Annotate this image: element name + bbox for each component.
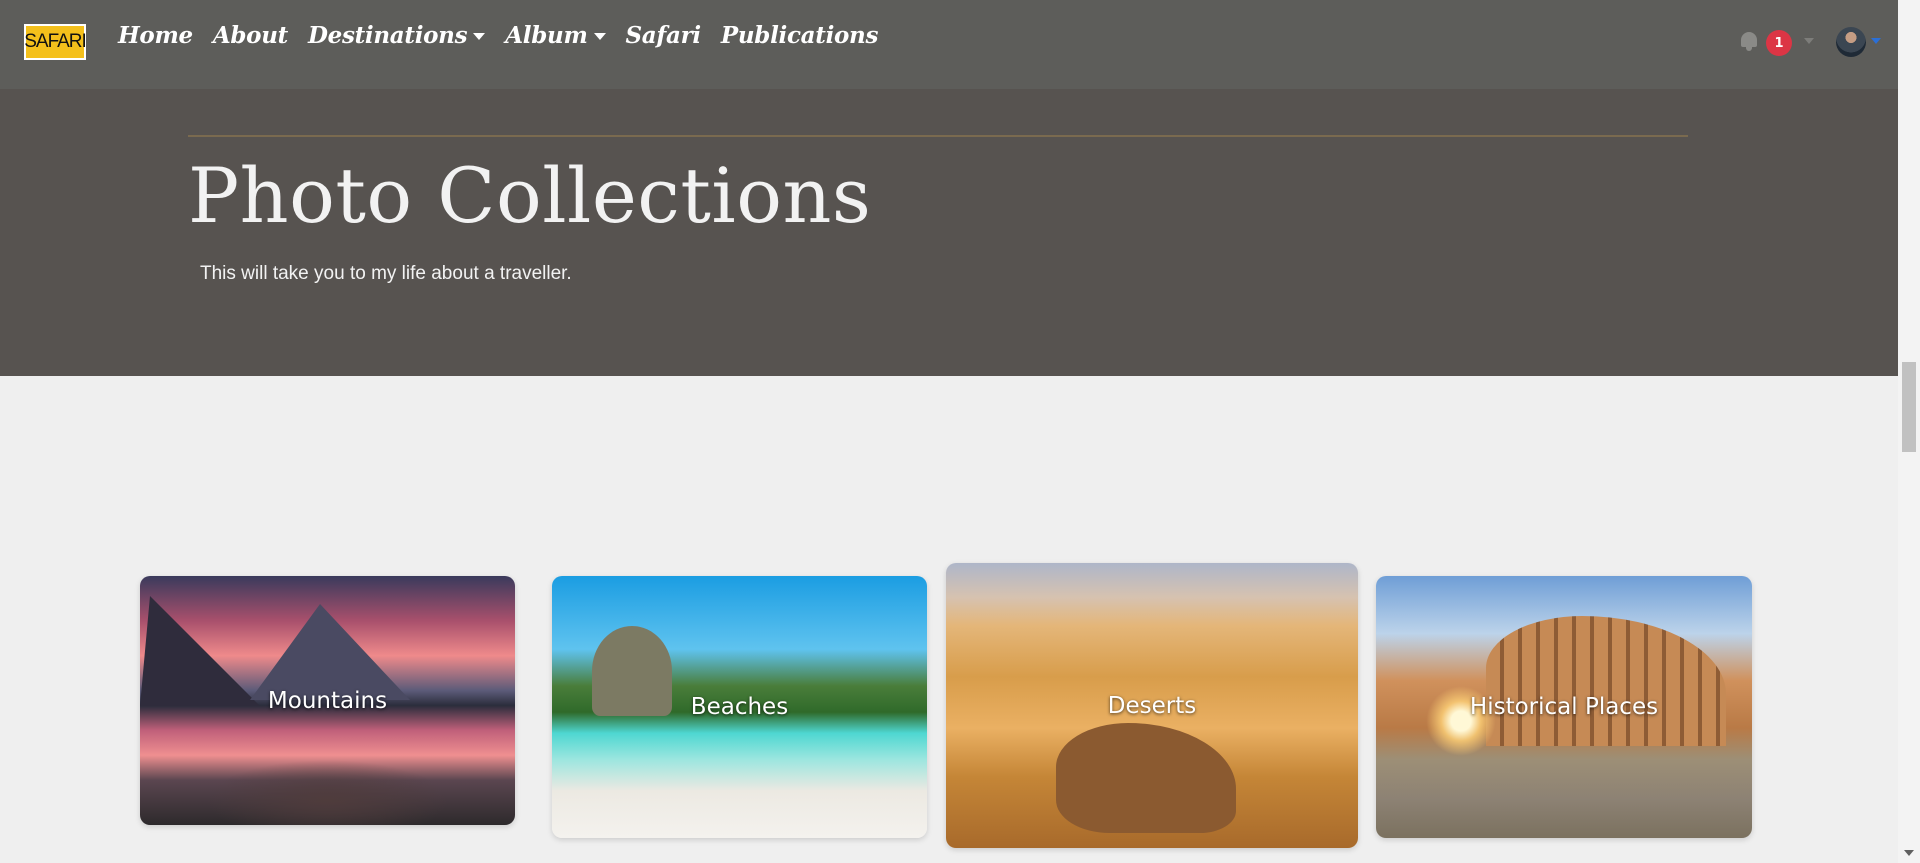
nav-home-link[interactable]: Home [118, 22, 193, 49]
page-subtitle: This will take you to my life about a tr… [200, 263, 572, 284]
nav-links: Home About Destinations Album Safari Pub… [118, 22, 878, 49]
card-label: Beaches [690, 694, 789, 720]
card-label: Mountains [267, 687, 388, 714]
collection-card-mountains[interactable]: Mountains [140, 576, 515, 825]
user-avatar[interactable] [1836, 27, 1866, 57]
caret-down-icon [593, 33, 606, 40]
notification-badge: 1 [1766, 30, 1792, 56]
logo-text: SAFARI [24, 31, 87, 52]
user-menu-caret-icon[interactable] [1871, 38, 1881, 44]
scrollbar-thumb[interactable] [1902, 362, 1916, 452]
nav-destinations-dropdown[interactable]: Destinations [308, 22, 486, 49]
hero-banner: Photo Collections This will take you to … [0, 89, 1898, 376]
nav-safari-link[interactable]: Safari [626, 22, 702, 49]
caret-down-icon [473, 33, 486, 40]
notification-caret-icon[interactable] [1804, 38, 1814, 44]
top-navbar: SAFARI Home About Destinations Album Saf… [0, 0, 1898, 89]
collection-card-deserts[interactable]: Deserts [946, 563, 1358, 848]
hero-divider [188, 135, 1688, 137]
nav-publications-link[interactable]: Publications [721, 22, 879, 49]
nav-about-link[interactable]: About [213, 22, 288, 49]
nav-album-dropdown[interactable]: Album [505, 22, 606, 49]
collection-card-beaches[interactable]: Beaches [552, 576, 927, 838]
card-label: Deserts [1107, 692, 1197, 719]
bell-icon[interactable] [1738, 30, 1760, 54]
scroll-down-arrow-icon[interactable] [1904, 850, 1914, 856]
page-title: Photo Collections [188, 151, 872, 240]
collection-card-historical-places[interactable]: Historical Places [1376, 576, 1752, 838]
card-label: Historical Places [1469, 694, 1659, 720]
page-scrollbar[interactable] [1898, 0, 1920, 863]
site-logo[interactable]: SAFARI [24, 24, 87, 60]
